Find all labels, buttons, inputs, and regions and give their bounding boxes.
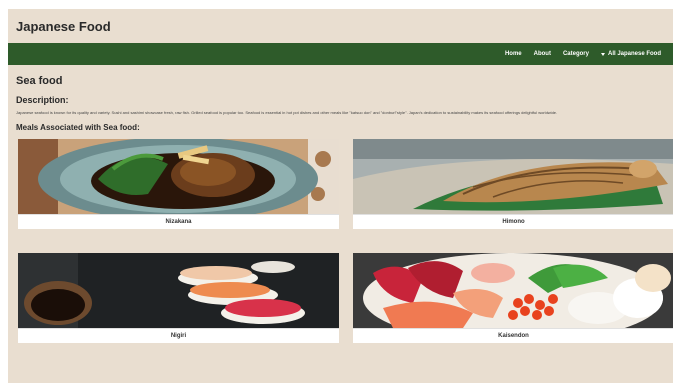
- meals-grid: Nizakana Himono Nigiri Kaisendon: [18, 139, 673, 343]
- meal-card-nizakana[interactable]: Nizakana: [18, 139, 339, 229]
- nizakana-image: [18, 139, 339, 214]
- site-header: Japanese Food: [8, 9, 673, 43]
- meals-heading: Meals Associated with Sea food:: [16, 123, 140, 132]
- kaisendon-image: [353, 253, 673, 328]
- page-title: Sea food: [16, 75, 63, 87]
- meal-card-himono[interactable]: Himono: [353, 139, 673, 229]
- nav-about-link[interactable]: About: [534, 51, 551, 57]
- nav-all-food-dropdown[interactable]: All Japanese Food: [600, 51, 661, 57]
- meal-caption: Kaisendon: [353, 328, 673, 343]
- nigiri-image: [18, 253, 339, 328]
- meal-caption: Nigiri: [18, 328, 339, 343]
- main-navbar: Home About Category All Japanese Food: [8, 43, 673, 65]
- meal-card-kaisendon[interactable]: Kaisendon: [353, 253, 673, 343]
- chevron-down-icon: [600, 52, 605, 56]
- nav-all-food-label: All Japanese Food: [607, 51, 661, 57]
- meal-caption: Nizakana: [18, 214, 339, 229]
- site-title: Japanese Food: [16, 18, 111, 34]
- description-text: Japanese seafood is known for its qualit…: [16, 110, 558, 115]
- meal-card-nigiri[interactable]: Nigiri: [18, 253, 339, 343]
- nav-home-link[interactable]: Home: [505, 51, 522, 57]
- meal-caption: Himono: [353, 214, 673, 229]
- description-heading: Description:: [16, 95, 69, 105]
- himono-image: [353, 139, 673, 214]
- page-container: Japanese Food Home About Category All Ja…: [8, 9, 673, 383]
- nav-category-link[interactable]: Category: [563, 51, 589, 57]
- main-content: Sea food Description: Japanese seafood i…: [8, 65, 673, 343]
